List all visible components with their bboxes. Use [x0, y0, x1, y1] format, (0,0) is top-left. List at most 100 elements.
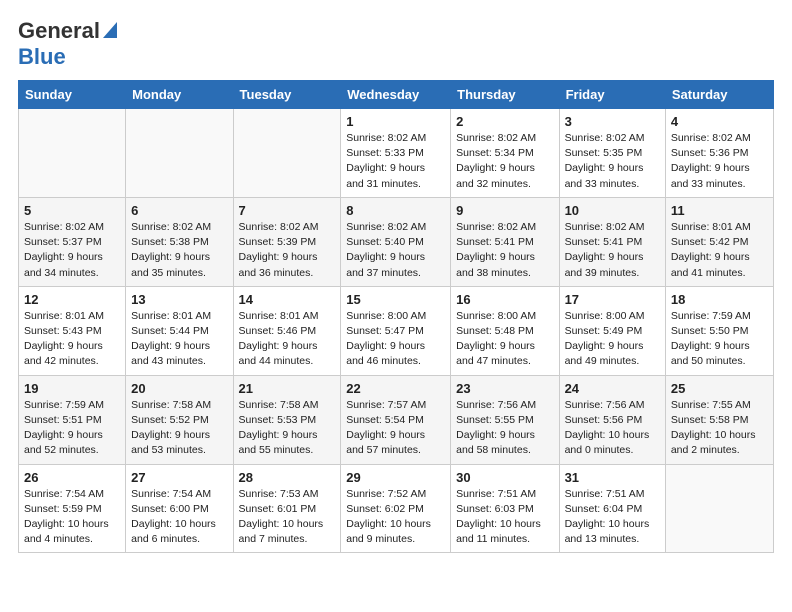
calendar-cell: 31 Sunrise: 7:51 AM Sunset: 6:04 PM Dayli… [559, 464, 665, 553]
logo-general-text: General [18, 18, 100, 44]
day-info: Sunrise: 7:58 AM Sunset: 5:53 PM Dayligh… [239, 398, 336, 459]
day-number: 28 [239, 470, 336, 485]
day-info: Sunrise: 8:02 AM Sunset: 5:38 PM Dayligh… [131, 220, 227, 281]
day-info: Sunrise: 7:51 AM Sunset: 6:04 PM Dayligh… [565, 487, 660, 548]
day-info: Sunrise: 8:02 AM Sunset: 5:33 PM Dayligh… [346, 131, 445, 192]
day-number: 17 [565, 292, 660, 307]
day-info: Sunrise: 8:02 AM Sunset: 5:34 PM Dayligh… [456, 131, 553, 192]
day-number: 24 [565, 381, 660, 396]
col-header-thursday: Thursday [451, 81, 559, 109]
col-header-tuesday: Tuesday [233, 81, 341, 109]
day-number: 22 [346, 381, 445, 396]
calendar-cell: 19 Sunrise: 7:59 AM Sunset: 5:51 PM Dayli… [19, 375, 126, 464]
day-info: Sunrise: 8:00 AM Sunset: 5:49 PM Dayligh… [565, 309, 660, 370]
page: General Blue SundayMondayTuesdayWednesda… [0, 0, 792, 571]
calendar-cell: 9 Sunrise: 8:02 AM Sunset: 5:41 PM Daylig… [451, 197, 559, 286]
day-info: Sunrise: 8:02 AM Sunset: 5:39 PM Dayligh… [239, 220, 336, 281]
calendar-cell: 21Sunrise: 7:58 AM Sunset: 5:53 PM Dayli… [233, 375, 341, 464]
day-info: Sunrise: 7:51 AM Sunset: 6:03 PM Dayligh… [456, 487, 553, 548]
week-row-0: 1 Sunrise: 8:02 AM Sunset: 5:33 PM Daylig… [19, 109, 774, 198]
day-number: 5 [24, 203, 120, 218]
day-info: Sunrise: 7:53 AM Sunset: 6:01 PM Dayligh… [239, 487, 336, 548]
day-info: Sunrise: 7:59 AM Sunset: 5:51 PM Dayligh… [24, 398, 120, 459]
header: General Blue [18, 18, 774, 70]
day-info: Sunrise: 7:56 AM Sunset: 5:56 PM Dayligh… [565, 398, 660, 459]
calendar-cell: 30 Sunrise: 7:51 AM Sunset: 6:03 PM Dayli… [451, 464, 559, 553]
day-info: Sunrise: 7:54 AM Sunset: 5:59 PM Dayligh… [24, 487, 120, 548]
calendar-cell: 24 Sunrise: 7:56 AM Sunset: 5:56 PM Dayli… [559, 375, 665, 464]
day-info: Sunrise: 7:56 AM Sunset: 5:55 PM Dayligh… [456, 398, 553, 459]
calendar-cell: 22 Sunrise: 7:57 AM Sunset: 5:54 PM Dayli… [341, 375, 451, 464]
day-number: 7 [239, 203, 336, 218]
day-info: Sunrise: 7:58 AM Sunset: 5:52 PM Dayligh… [131, 398, 227, 459]
calendar-cell: 8Sunrise: 8:02 AM Sunset: 5:40 PM Daylig… [341, 197, 451, 286]
day-info: Sunrise: 8:01 AM Sunset: 5:44 PM Dayligh… [131, 309, 227, 370]
calendar-cell: 1 Sunrise: 8:02 AM Sunset: 5:33 PM Daylig… [341, 109, 451, 198]
day-number: 3 [565, 114, 660, 129]
day-info: Sunrise: 8:01 AM Sunset: 5:42 PM Dayligh… [671, 220, 768, 281]
calendar-cell: 27Sunrise: 7:54 AM Sunset: 6:00 PM Dayli… [126, 464, 233, 553]
day-info: Sunrise: 8:02 AM Sunset: 5:36 PM Dayligh… [671, 131, 768, 192]
calendar-cell: 18 Sunrise: 7:59 AM Sunset: 5:50 PM Dayli… [665, 286, 773, 375]
calendar-cell: 25 Sunrise: 7:55 AM Sunset: 5:58 PM Dayli… [665, 375, 773, 464]
calendar-table: SundayMondayTuesdayWednesdayThursdayFrid… [18, 80, 774, 553]
day-info: Sunrise: 8:01 AM Sunset: 5:46 PM Dayligh… [239, 309, 336, 370]
day-number: 10 [565, 203, 660, 218]
calendar-cell: 7 Sunrise: 8:02 AM Sunset: 5:39 PM Daylig… [233, 197, 341, 286]
day-number: 19 [24, 381, 120, 396]
day-info: Sunrise: 7:55 AM Sunset: 5:58 PM Dayligh… [671, 398, 768, 459]
day-info: Sunrise: 8:02 AM Sunset: 5:40 PM Dayligh… [346, 220, 445, 281]
calendar-cell: 23Sunrise: 7:56 AM Sunset: 5:55 PM Dayli… [451, 375, 559, 464]
calendar-cell: 10 Sunrise: 8:02 AM Sunset: 5:41 PM Dayli… [559, 197, 665, 286]
day-number: 11 [671, 203, 768, 218]
calendar-cell [19, 109, 126, 198]
calendar-cell: 2 Sunrise: 8:02 AM Sunset: 5:34 PM Daylig… [451, 109, 559, 198]
logo: General Blue [18, 18, 117, 70]
day-info: Sunrise: 8:00 AM Sunset: 5:48 PM Dayligh… [456, 309, 553, 370]
day-number: 29 [346, 470, 445, 485]
day-info: Sunrise: 8:01 AM Sunset: 5:43 PM Dayligh… [24, 309, 120, 370]
calendar-cell: 13Sunrise: 8:01 AM Sunset: 5:44 PM Dayli… [126, 286, 233, 375]
day-info: Sunrise: 7:57 AM Sunset: 5:54 PM Dayligh… [346, 398, 445, 459]
week-row-2: 12 Sunrise: 8:01 AM Sunset: 5:43 PM Dayli… [19, 286, 774, 375]
day-number: 2 [456, 114, 553, 129]
day-info: Sunrise: 8:02 AM Sunset: 5:37 PM Dayligh… [24, 220, 120, 281]
day-number: 14 [239, 292, 336, 307]
day-number: 30 [456, 470, 553, 485]
day-number: 25 [671, 381, 768, 396]
calendar-cell: 20 Sunrise: 7:58 AM Sunset: 5:52 PM Dayli… [126, 375, 233, 464]
calendar-cell: 16Sunrise: 8:00 AM Sunset: 5:48 PM Dayli… [451, 286, 559, 375]
logo-triangle-icon [103, 22, 117, 43]
day-number: 31 [565, 470, 660, 485]
day-info: Sunrise: 8:02 AM Sunset: 5:41 PM Dayligh… [565, 220, 660, 281]
day-info: Sunrise: 8:02 AM Sunset: 5:41 PM Dayligh… [456, 220, 553, 281]
day-number: 18 [671, 292, 768, 307]
col-header-monday: Monday [126, 81, 233, 109]
calendar-cell: 17 Sunrise: 8:00 AM Sunset: 5:49 PM Dayli… [559, 286, 665, 375]
calendar-cell: 12 Sunrise: 8:01 AM Sunset: 5:43 PM Dayli… [19, 286, 126, 375]
calendar-cell: 28 Sunrise: 7:53 AM Sunset: 6:01 PM Dayli… [233, 464, 341, 553]
day-info: Sunrise: 7:59 AM Sunset: 5:50 PM Dayligh… [671, 309, 768, 370]
day-info: Sunrise: 8:00 AM Sunset: 5:47 PM Dayligh… [346, 309, 445, 370]
week-row-1: 5 Sunrise: 8:02 AM Sunset: 5:37 PM Daylig… [19, 197, 774, 286]
calendar-cell [126, 109, 233, 198]
week-row-4: 26 Sunrise: 7:54 AM Sunset: 5:59 PM Dayli… [19, 464, 774, 553]
calendar-cell: 3Sunrise: 8:02 AM Sunset: 5:35 PM Daylig… [559, 109, 665, 198]
day-number: 12 [24, 292, 120, 307]
calendar-cell: 4Sunrise: 8:02 AM Sunset: 5:36 PM Daylig… [665, 109, 773, 198]
col-header-friday: Friday [559, 81, 665, 109]
day-number: 27 [131, 470, 227, 485]
day-number: 26 [24, 470, 120, 485]
col-header-wednesday: Wednesday [341, 81, 451, 109]
calendar-cell: 5 Sunrise: 8:02 AM Sunset: 5:37 PM Daylig… [19, 197, 126, 286]
day-number: 9 [456, 203, 553, 218]
calendar-cell: 6Sunrise: 8:02 AM Sunset: 5:38 PM Daylig… [126, 197, 233, 286]
calendar-cell: 14 Sunrise: 8:01 AM Sunset: 5:46 PM Dayli… [233, 286, 341, 375]
day-number: 1 [346, 114, 445, 129]
day-number: 20 [131, 381, 227, 396]
day-number: 15 [346, 292, 445, 307]
calendar-cell: 29Sunrise: 7:52 AM Sunset: 6:02 PM Dayli… [341, 464, 451, 553]
calendar-cell [233, 109, 341, 198]
calendar-cell [665, 464, 773, 553]
col-header-sunday: Sunday [19, 81, 126, 109]
